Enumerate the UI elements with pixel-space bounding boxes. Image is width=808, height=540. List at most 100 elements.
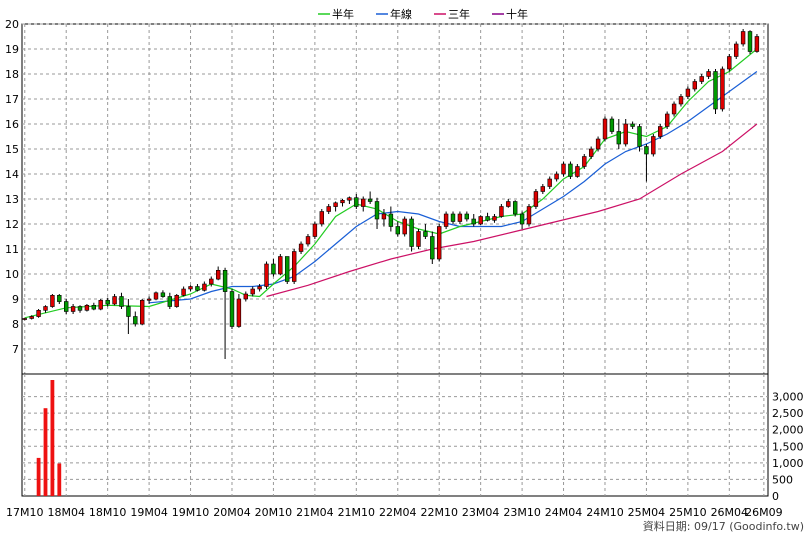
candle-body <box>257 286 262 290</box>
x-tick-label: 25M10 <box>669 506 707 519</box>
candle-body <box>706 71 711 77</box>
candle-body <box>347 197 352 201</box>
y-tick-label: 19 <box>5 43 19 56</box>
candle-body <box>298 243 304 252</box>
y-tick-label: 7 <box>12 343 19 356</box>
candle-body <box>50 294 55 307</box>
x-axis: 17M10 18M04 18M10 19M04 19M10 20M04 20M10 21M04… <box>6 506 783 519</box>
candle-body <box>222 269 228 292</box>
x-tick-label: 24M10 <box>586 506 624 519</box>
candle-body <box>747 31 753 52</box>
candle-body <box>278 256 283 275</box>
candle-body <box>644 146 649 155</box>
x-tick-label: 22M10 <box>420 506 458 519</box>
candle-body <box>506 201 511 207</box>
candle-body <box>236 298 242 327</box>
candle-body <box>540 186 546 192</box>
candle-body <box>98 299 103 310</box>
volume-bar <box>43 408 48 496</box>
y-tick-label: 9 <box>12 293 19 306</box>
x-tick-label: 21M04 <box>296 506 334 519</box>
x-tick-label: 25M04 <box>628 506 666 519</box>
volume-tick-label: 3,000 <box>772 391 804 404</box>
candle-body <box>595 138 601 150</box>
candle-body <box>637 126 642 147</box>
candle-body <box>423 231 428 237</box>
candle-body <box>388 213 394 227</box>
candle-body <box>381 213 387 220</box>
volume-tick-label: 1,000 <box>772 457 804 470</box>
candle-body <box>554 173 559 180</box>
candle-body <box>333 202 338 207</box>
y-tick-label: 16 <box>5 118 19 131</box>
volume-tick-label: 500 <box>772 473 793 486</box>
y-tick-label: 10 <box>5 268 19 281</box>
y-tick-label: 18 <box>5 68 19 81</box>
legend-label: 三年 <box>448 7 470 21</box>
volume-tick-label: 2,500 <box>772 407 804 420</box>
candle-body <box>77 306 83 311</box>
candle-body <box>616 131 622 145</box>
candle-body <box>575 166 580 177</box>
x-tick-label: 18M04 <box>47 506 85 519</box>
candle-body <box>416 231 421 247</box>
candle-body <box>250 288 255 295</box>
volume-panel-frame <box>21 373 769 497</box>
x-tick-label: 20M04 <box>213 506 251 519</box>
candle-body <box>678 96 684 105</box>
x-tick-label: 26M04 <box>711 506 749 519</box>
candle-body <box>209 278 214 285</box>
candle-body <box>685 88 691 97</box>
candle-body <box>43 306 48 311</box>
candle-body <box>271 263 276 275</box>
candle-body <box>471 218 476 225</box>
candle-body <box>70 306 76 312</box>
candle-body <box>367 198 373 202</box>
candle-body <box>167 296 172 307</box>
candle-body <box>671 103 677 115</box>
volume-bar <box>57 463 62 496</box>
candle-body <box>519 213 525 225</box>
candle-body <box>119 296 124 307</box>
candle-body <box>485 216 490 221</box>
candle-body <box>243 293 248 300</box>
chart-legend: 半年 年線 三年 十年 <box>318 7 528 21</box>
y-tick-label: 11 <box>5 243 19 256</box>
candle-body <box>409 218 414 247</box>
candle-body <box>174 294 179 307</box>
x-tick-label: 17M10 <box>6 506 44 519</box>
x-tick-label: 19M10 <box>172 506 210 519</box>
candle-body <box>374 201 380 220</box>
candle-body <box>526 206 532 225</box>
x-tick-label: 23M10 <box>503 506 541 519</box>
candle-body <box>720 68 725 110</box>
candle-body <box>354 197 359 207</box>
candle-body <box>64 301 69 312</box>
candle-body <box>264 263 269 287</box>
x-tick-label: 26M09 <box>745 506 783 519</box>
y-tick-label: 15 <box>5 143 19 156</box>
x-tick-label: 24M04 <box>545 506 583 519</box>
candle-body <box>657 126 663 137</box>
x-tick-label: 22M04 <box>379 506 417 519</box>
candle-body <box>312 223 318 237</box>
legend-label: 十年 <box>506 7 528 21</box>
candle-body <box>547 178 552 187</box>
candle-body <box>22 318 27 320</box>
candle-body <box>457 213 463 222</box>
candle-body <box>630 123 635 127</box>
stock-chart: 半年 年線 三年 十年 7 8 9 10 11 12 13 14 15 16 17 18 19 20 0 500 1… <box>5 7 804 533</box>
candle-body <box>305 236 311 245</box>
candle-body <box>29 316 34 319</box>
x-tick-label: 23M04 <box>462 506 500 519</box>
candle-body <box>436 226 442 260</box>
candle-body <box>733 43 739 57</box>
candle-body <box>582 156 587 167</box>
y-tick-label: 17 <box>5 93 19 106</box>
candle-body <box>360 198 366 207</box>
candle-body <box>430 236 435 260</box>
candle-body <box>602 118 608 140</box>
candle-body <box>478 216 483 225</box>
candle-body <box>202 283 207 291</box>
volume-y-axis: 0 500 1,000 1,500 2,000 2,500 3,000 <box>772 391 804 503</box>
